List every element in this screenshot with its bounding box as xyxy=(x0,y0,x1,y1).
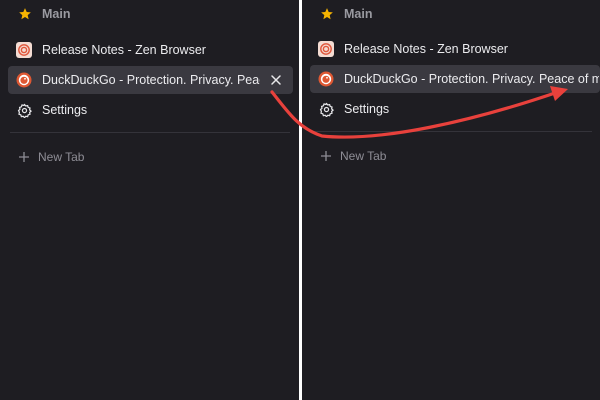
workspace-header[interactable]: Main xyxy=(18,6,70,22)
zen-browser-favicon xyxy=(318,41,334,57)
tab-duckduckgo[interactable]: DuckDuckGo - Protection. Privacy. Peace … xyxy=(310,65,600,93)
workspace-label: Main xyxy=(344,7,373,21)
plus-icon xyxy=(321,151,331,161)
tab-settings[interactable]: Settings xyxy=(310,95,590,123)
new-tab-label: New Tab xyxy=(38,150,85,164)
workspace-label: Main xyxy=(42,7,71,21)
tab-duckduckgo[interactable]: DuckDuckGo - Protection. Privacy. Peace xyxy=(8,66,293,94)
new-tab-button[interactable]: New Tab xyxy=(18,149,84,165)
star-icon xyxy=(19,8,31,20)
tab-label: Release Notes - Zen Browser xyxy=(42,43,206,57)
tab-release-notes[interactable]: Release Notes - Zen Browser xyxy=(8,36,288,64)
tab-label: DuckDuckGo - Protection. Privacy. Peace xyxy=(42,73,260,87)
plus-icon xyxy=(19,152,29,162)
workspace-header[interactable]: Main xyxy=(320,6,372,22)
sidebar-after: Main Release Notes - Zen Browser DuckDuc… xyxy=(302,0,600,400)
tab-label: DuckDuckGo - Protection. Privacy. Peace … xyxy=(344,72,599,86)
tab-label: Release Notes - Zen Browser xyxy=(344,42,508,56)
duckduckgo-favicon xyxy=(16,72,32,88)
tab-label: Settings xyxy=(344,102,390,116)
star-icon xyxy=(321,8,333,20)
tab-settings[interactable]: Settings xyxy=(8,96,288,124)
close-icon[interactable] xyxy=(269,73,283,87)
divider xyxy=(10,132,290,133)
duckduckgo-favicon xyxy=(318,71,334,87)
gear-icon xyxy=(16,102,32,118)
zen-browser-favicon xyxy=(16,42,32,58)
new-tab-label: New Tab xyxy=(340,149,387,163)
divider xyxy=(312,131,592,132)
tab-label: Settings xyxy=(42,103,88,117)
gear-icon xyxy=(318,101,334,117)
tab-release-notes[interactable]: Release Notes - Zen Browser xyxy=(310,35,590,63)
sidebar-before: Main Release Notes - Zen Browser DuckDuc… xyxy=(0,0,299,400)
new-tab-button[interactable]: New Tab xyxy=(320,148,386,164)
